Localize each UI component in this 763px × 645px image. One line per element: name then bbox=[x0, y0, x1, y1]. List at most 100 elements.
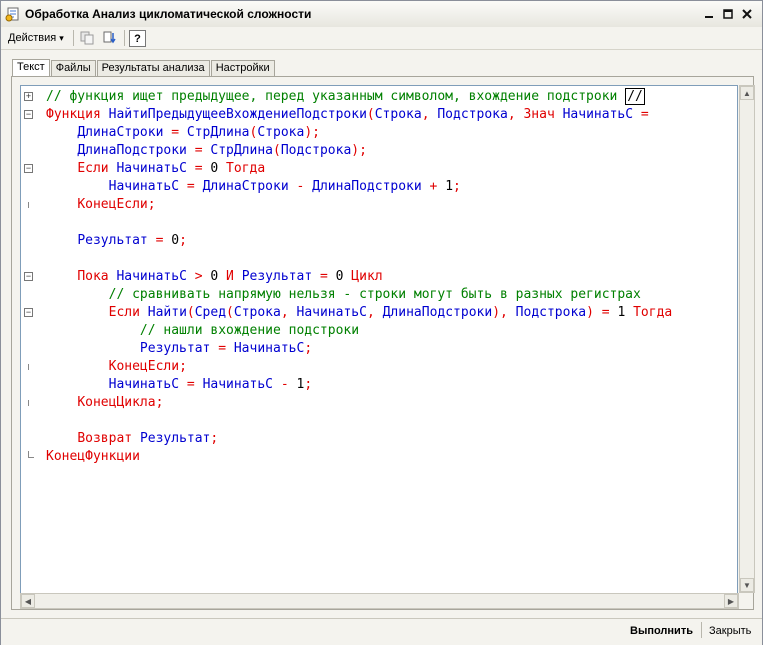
copy-button[interactable] bbox=[78, 29, 96, 47]
code-line: Функция НайтиПредыдущееВхождениеПодстрок… bbox=[46, 106, 649, 124]
code-token: Цикл bbox=[351, 269, 383, 284]
code-token: = bbox=[186, 179, 203, 194]
tab-settings[interactable]: Настройки bbox=[210, 60, 275, 76]
code-token: // сравнивать напрямую нельзя - строки м… bbox=[108, 287, 641, 302]
tab-label: Настройки bbox=[215, 62, 270, 74]
actions-label: Действия bbox=[8, 32, 57, 44]
vertical-scrollbar[interactable]: ▲ ▼ bbox=[739, 85, 755, 593]
expand-icon[interactable]: + bbox=[24, 92, 33, 101]
code-token: Функция bbox=[46, 107, 109, 122]
minimize-button[interactable] bbox=[700, 5, 718, 22]
tab-files[interactable]: Файлы bbox=[50, 60, 96, 76]
code-token: ; bbox=[304, 341, 313, 356]
code-token: - bbox=[280, 377, 297, 392]
code-token: Подстрока bbox=[437, 107, 508, 122]
code-token: ( bbox=[273, 143, 281, 158]
collapse-icon[interactable]: − bbox=[24, 272, 33, 281]
tab-label: Результаты анализа bbox=[101, 62, 205, 74]
code-token: Тогда bbox=[633, 305, 673, 320]
code-token: Результат bbox=[139, 341, 219, 356]
code-area[interactable]: // функция ищет предыдущее, перед указан… bbox=[46, 86, 736, 594]
fold-line bbox=[28, 202, 29, 208]
tab-label: Файлы bbox=[55, 62, 91, 74]
code-line: Если Найти(Сред(Строка, НачинатьС, Длина… bbox=[46, 304, 673, 322]
help-button[interactable]: ? bbox=[129, 30, 146, 47]
code-token: ( bbox=[186, 305, 195, 320]
code-token: - bbox=[296, 179, 313, 194]
code-token: 0 bbox=[210, 269, 227, 284]
code-token: 1 bbox=[445, 179, 454, 194]
code-token: Строка bbox=[233, 305, 281, 320]
code-token: ДлинаСтроки bbox=[77, 125, 172, 140]
maximize-icon bbox=[723, 8, 733, 19]
processing-icon bbox=[5, 6, 21, 22]
tab-bar: Текст Файлы Результаты анализа Настройки bbox=[12, 59, 276, 77]
toolbar-separator bbox=[73, 30, 74, 46]
code-line: НачинатьС = НачинатьС - 1; bbox=[46, 376, 313, 394]
code-token: 1 bbox=[617, 305, 634, 320]
fold-line bbox=[28, 400, 29, 406]
code-line: НачинатьС = ДлинаСтроки - ДлинаПодстроки… bbox=[46, 178, 461, 196]
scroll-up-button[interactable]: ▲ bbox=[740, 86, 754, 100]
code-token: ДлинаСтроки bbox=[202, 179, 297, 194]
code-token: , bbox=[421, 107, 438, 122]
code-token: ; bbox=[155, 395, 164, 410]
code-token: + bbox=[429, 179, 446, 194]
collapse-icon[interactable]: − bbox=[24, 110, 33, 119]
code-token: Результат bbox=[77, 233, 156, 248]
code-token: КонецЕсли bbox=[77, 197, 148, 212]
code-line: Результат = НачинатьС; bbox=[46, 340, 312, 358]
move-button[interactable] bbox=[101, 29, 119, 47]
code-token: 0 bbox=[210, 161, 227, 176]
close-button[interactable]: Закрыть bbox=[703, 622, 757, 640]
code-token: ; bbox=[453, 179, 461, 194]
code-token: Найти bbox=[147, 305, 187, 320]
code-token: = bbox=[319, 269, 336, 284]
tab-text[interactable]: Текст bbox=[12, 59, 50, 76]
scroll-left-button[interactable]: ◀ bbox=[21, 594, 35, 608]
code-token: НачинатьС bbox=[202, 377, 281, 392]
maximize-button[interactable] bbox=[719, 5, 737, 22]
code-line: Результат = 0; bbox=[46, 232, 187, 250]
actions-menu-button[interactable]: Действия ▾ bbox=[5, 30, 67, 46]
code-token: Результат bbox=[241, 269, 320, 284]
code-token: // нашли вхождение подстроки bbox=[139, 323, 360, 338]
scroll-right-button[interactable]: ▶ bbox=[724, 594, 738, 608]
code-token: ДлинаПодстроки bbox=[77, 143, 195, 158]
code-token: // функция ищет предыдущее, перед указан… bbox=[46, 89, 626, 104]
code-line: ДлинаПодстроки = СтрДлина(Подстрока); bbox=[46, 142, 367, 160]
code-token: = bbox=[194, 143, 211, 158]
code-editor[interactable]: + − − − − // функция ищет предыдущее, перед … bbox=[20, 85, 738, 595]
horizontal-scrollbar[interactable]: ◀ ▶ bbox=[20, 593, 739, 609]
code-token: Знач bbox=[523, 107, 563, 122]
code-token: > bbox=[194, 269, 211, 284]
code-token: = bbox=[640, 107, 649, 122]
run-button[interactable]: Выполнить bbox=[624, 622, 699, 640]
tab-analysis-results[interactable]: Результаты анализа bbox=[96, 60, 210, 76]
code-token: Результат bbox=[139, 431, 211, 446]
toolbar: Действия ▾ ? bbox=[1, 27, 762, 50]
collapse-icon[interactable]: − bbox=[24, 308, 33, 317]
code-token: И bbox=[226, 269, 242, 284]
code-line: КонецЦикла; bbox=[46, 394, 163, 412]
code-token: СтрДлина bbox=[210, 143, 273, 158]
code-token: ДлинаПодстроки bbox=[382, 305, 493, 320]
tab-panel: + − − − − // функция ищет предыдущее, перед … bbox=[11, 76, 755, 610]
scroll-down-button[interactable]: ▼ bbox=[740, 578, 754, 592]
close-window-button[interactable] bbox=[738, 5, 756, 22]
code-line: ДлинаСтроки = СтрДлина(Строка); bbox=[46, 124, 320, 142]
code-token: НачинатьС bbox=[116, 161, 195, 176]
code-token: Пока bbox=[77, 269, 117, 284]
chevron-down-icon: ▾ bbox=[59, 32, 64, 43]
collapse-icon[interactable]: − bbox=[24, 164, 33, 173]
copy-icon bbox=[80, 31, 94, 45]
code-token: ДлинаПодстроки bbox=[312, 179, 430, 194]
code-token: Подстрока bbox=[515, 305, 587, 320]
code-line: КонецФункции bbox=[46, 448, 140, 466]
code-token: = bbox=[186, 377, 203, 392]
toolbar-separator bbox=[124, 30, 125, 46]
code-token: Если bbox=[108, 305, 148, 320]
window-title: Обработка Анализ цикломатической сложнос… bbox=[25, 7, 312, 21]
